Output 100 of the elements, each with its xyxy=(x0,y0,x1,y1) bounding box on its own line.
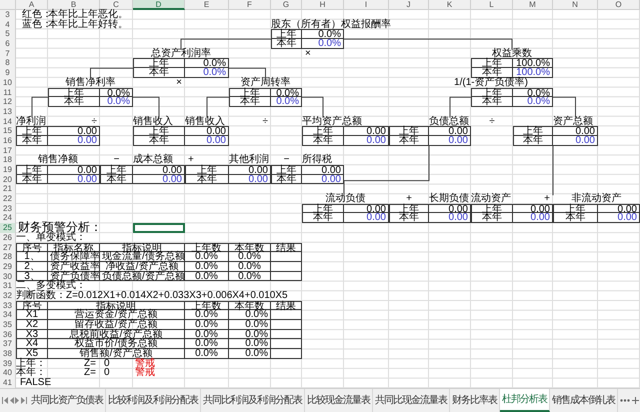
row-number[interactable]: 11 xyxy=(0,88,16,98)
skip-right-icon[interactable] xyxy=(21,396,27,404)
column-header: 上年数 xyxy=(185,242,229,252)
column-header[interactable]: F xyxy=(229,0,271,10)
row-number[interactable]: 23 xyxy=(0,204,16,214)
row-number[interactable]: 7 xyxy=(0,48,16,58)
row-number[interactable]: 20 xyxy=(0,174,16,184)
operator-sign: ÷ xyxy=(488,116,496,126)
row-number[interactable]: 32 xyxy=(0,290,16,301)
row-number[interactable]: 24 xyxy=(0,213,16,224)
year-label: 本年 xyxy=(513,136,553,146)
row-number[interactable]: 16 xyxy=(0,136,16,146)
selected-cell[interactable] xyxy=(133,223,185,233)
row-number[interactable]: 14 xyxy=(0,116,16,126)
column-header[interactable]: H xyxy=(302,0,344,10)
row-number[interactable]: 34 xyxy=(0,310,16,320)
row-number[interactable]: 35 xyxy=(0,320,16,330)
row-number[interactable]: 17 xyxy=(0,146,16,156)
table-cell: 0.0% xyxy=(185,262,229,272)
column-header[interactable]: N xyxy=(553,0,598,10)
column-header[interactable]: O xyxy=(598,0,640,10)
sheet-tab[interactable]: 比较现金流量表 xyxy=(305,388,373,412)
corner-cell[interactable] xyxy=(0,0,16,10)
year-label: 本年 xyxy=(389,136,429,146)
empty-cell xyxy=(271,310,302,320)
row-number[interactable]: 5 xyxy=(0,29,16,40)
column-header[interactable]: K xyxy=(429,0,471,10)
node-title: 所得税 xyxy=(302,155,333,165)
sheet-tab[interactable]: 销售成本倒轧表 xyxy=(550,388,618,412)
column-header[interactable]: G xyxy=(271,0,302,10)
triangle-right-icon[interactable] xyxy=(15,396,20,404)
sheet-tab[interactable]: 比较利润及利润分配表 xyxy=(106,388,201,412)
plus-icon[interactable] xyxy=(632,396,639,404)
column-header[interactable]: E xyxy=(185,0,229,10)
table-cell: X3 xyxy=(16,330,48,340)
column-header[interactable]: D xyxy=(133,0,185,10)
row-number[interactable]: 41 xyxy=(0,378,16,388)
table-cell: 0.0% xyxy=(229,320,271,330)
row-number[interactable]: 28 xyxy=(0,252,16,262)
value-cell: 0.00 xyxy=(133,165,185,175)
year-label: 本年 xyxy=(16,136,48,146)
row-number[interactable]: 37 xyxy=(0,339,16,350)
sheet-tab[interactable]: 共同比资产负债表 xyxy=(29,388,106,412)
row-number[interactable]: 13 xyxy=(0,106,16,117)
year-label: 上年 xyxy=(271,29,302,40)
section-heading: 一、单变模式： xyxy=(16,232,86,242)
row-number[interactable]: 10 xyxy=(0,78,16,88)
row-number[interactable]: 15 xyxy=(0,126,16,136)
row-number[interactable]: 33 xyxy=(0,300,16,310)
legend-label: 蓝色： xyxy=(21,20,48,30)
value-cell: 0.00 xyxy=(185,126,229,136)
row-number[interactable]: 19 xyxy=(0,165,16,175)
row-number[interactable]: 6 xyxy=(0,39,16,49)
row-number[interactable]: 27 xyxy=(0,242,16,252)
row-number[interactable]: 4 xyxy=(0,20,16,30)
row-number[interactable]: 9 xyxy=(0,68,16,78)
row-number[interactable]: 3 xyxy=(0,10,16,20)
year-label: 本年 xyxy=(271,174,302,184)
value-cell: 0.00 xyxy=(185,136,229,146)
table-cell: 0.0% xyxy=(185,330,229,340)
row-number[interactable]: 30 xyxy=(0,272,16,282)
value-cell: 0.00 xyxy=(48,165,100,175)
row-number[interactable]: 29 xyxy=(0,262,16,272)
node-title: 成本总额 xyxy=(133,155,174,165)
value-cell: 0.00 xyxy=(302,165,344,175)
sheet-tab[interactable]: 共同比现金流量表 xyxy=(373,388,450,412)
column-header[interactable]: L xyxy=(471,0,513,10)
row-number[interactable]: 38 xyxy=(0,349,16,359)
column-header: 本年数 xyxy=(229,300,271,310)
skip-left-icon[interactable] xyxy=(2,396,8,404)
row-number[interactable]: 26 xyxy=(0,232,16,242)
column-header[interactable]: C xyxy=(100,0,133,10)
row-number[interactable]: 31 xyxy=(0,281,16,291)
empty-cell xyxy=(271,262,302,272)
row-number[interactable]: 36 xyxy=(0,330,16,340)
row-number[interactable]: 39 xyxy=(0,358,16,368)
column-header[interactable]: J xyxy=(389,0,429,10)
node-title: 1/(1-资产负债率) xyxy=(453,78,529,88)
row-number[interactable]: 12 xyxy=(0,97,16,107)
row-number[interactable]: 22 xyxy=(0,194,16,204)
row-number[interactable]: 25 xyxy=(0,223,16,233)
table-cell: 0.0% xyxy=(185,272,229,282)
column-header[interactable]: B xyxy=(48,0,100,10)
column-header[interactable]: I xyxy=(344,0,389,10)
column-header[interactable]: M xyxy=(513,0,553,10)
row-number[interactable]: 40 xyxy=(0,368,16,378)
row-number[interactable]: 21 xyxy=(0,184,16,194)
sheet-tab[interactable]: 共同比利润及利润分配表 xyxy=(201,388,305,412)
legend-text: 本年比上年恶化。 xyxy=(48,10,129,20)
result-label: 本年： xyxy=(16,368,46,378)
row-number[interactable]: 8 xyxy=(0,58,16,68)
empty-cell xyxy=(271,349,302,359)
column-header[interactable]: A xyxy=(16,0,48,10)
more-icon[interactable] xyxy=(620,398,630,402)
table-cell: 0.0% xyxy=(229,330,271,340)
triangle-left-icon[interactable] xyxy=(9,396,14,404)
year-label: 上年 xyxy=(133,126,185,136)
row-number[interactable]: 18 xyxy=(0,155,16,165)
sheet-tab[interactable]: 杜邦分析表 xyxy=(500,388,550,412)
operator-sign: + xyxy=(406,194,412,204)
